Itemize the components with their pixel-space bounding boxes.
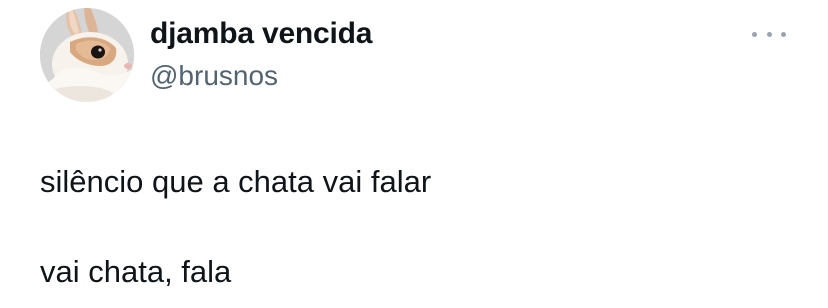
more-dot bbox=[766, 31, 772, 37]
more-dot bbox=[752, 31, 757, 37]
bunny-avatar-icon[interactable] bbox=[40, 8, 134, 102]
tweet-text-line: silêncio que a chata vai falar bbox=[40, 164, 432, 199]
tweet-text-line: vai chata, fala bbox=[40, 254, 232, 289]
tweet-card: djamba vencida @brusnos silêncio que a c… bbox=[0, 0, 828, 308]
more-dot bbox=[781, 31, 786, 37]
more-options-icon[interactable] bbox=[752, 24, 786, 44]
author-handle[interactable]: @brusnos bbox=[150, 60, 278, 92]
author-display-name[interactable]: djamba vencida bbox=[150, 17, 372, 51]
